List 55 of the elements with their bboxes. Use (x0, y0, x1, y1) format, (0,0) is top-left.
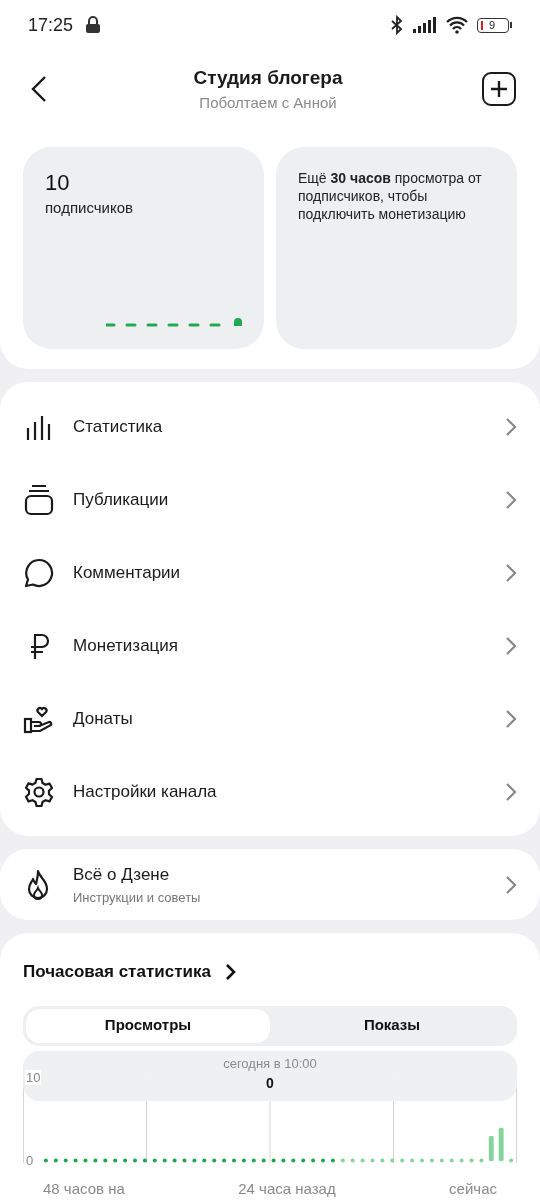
menu-item[interactable]: Настройки канала (0, 755, 540, 828)
x-axis-label: сейчас (449, 1178, 497, 1199)
chevron-right-icon (505, 562, 517, 583)
chevron-right-icon (505, 489, 517, 510)
page-subtitle: Поболтаем с Анной (199, 93, 337, 113)
plus-icon (490, 80, 508, 98)
chevron-right-icon (505, 708, 517, 729)
bar (488, 1135, 494, 1161)
chevron-right-icon (505, 781, 517, 802)
status-time: 17:25 (28, 13, 74, 37)
subscribers-card[interactable]: 10 подписчиков (23, 147, 264, 349)
about-card[interactable]: Всё о Дзене Инструкции и советы (0, 849, 540, 920)
chevron-right-icon (505, 635, 517, 656)
menu-label: Статистика (73, 415, 164, 438)
wifi-icon (445, 16, 469, 34)
monetization-card[interactable]: Ещё 30 часов просмотра от подписчиков, чтобы подключить монетизацию (276, 147, 517, 349)
menu-item[interactable]: Статистика (0, 390, 540, 463)
menu-label: Донаты (73, 707, 134, 730)
menu-item[interactable]: Донаты (0, 682, 540, 755)
menu-label: Монетизация (73, 634, 180, 657)
monetization-note: Ещё 30 часов просмотра от подписчиков, чтобы подключить монетизацию (298, 169, 483, 223)
x-axis-label: 48 часов на (43, 1178, 125, 1199)
subscriber-count: 10 (45, 169, 71, 197)
bluetooth-icon (389, 15, 405, 35)
chevron-right-icon (224, 962, 236, 981)
about-subtitle: Инструкции и советы (73, 888, 202, 907)
about-title: Всё о Дзене (73, 864, 171, 886)
tooltip-time: сегодня в 10:00 (223, 1054, 317, 1073)
y-tick: 10 (25, 1070, 42, 1085)
stack-icon (24, 483, 54, 516)
x-axis-label: 24 часа назад (238, 1178, 336, 1199)
back-icon (31, 75, 47, 103)
menu-item[interactable]: Монетизация (0, 609, 540, 682)
menu-item[interactable]: Комментарии (0, 536, 540, 609)
lock-icon (85, 16, 102, 34)
chevron-right-icon (505, 416, 517, 437)
menu-label: Публикации (73, 488, 170, 511)
bar (498, 1127, 504, 1161)
section-title: Почасовая статистика (23, 961, 211, 983)
battery-icon: 9 (477, 17, 512, 33)
menu-label: Комментарии (73, 561, 182, 584)
ruble-icon (28, 631, 50, 660)
signal-icon (413, 17, 437, 33)
gear-icon (24, 776, 54, 807)
page-title: Студия блогера (193, 65, 343, 90)
tab[interactable]: Показы (270, 1008, 514, 1043)
add-button[interactable] (482, 72, 516, 106)
tooltip-value: 0 (266, 1074, 274, 1093)
menu-item[interactable]: Публикации (0, 463, 540, 536)
y-tick: 0 (25, 1153, 35, 1168)
subscriber-label: подписчиков (45, 198, 134, 218)
comment-icon (24, 557, 54, 588)
chevron-right-icon (505, 874, 517, 895)
menu-label: Настройки канала (73, 780, 218, 803)
tab[interactable]: Просмотры (26, 1008, 270, 1043)
